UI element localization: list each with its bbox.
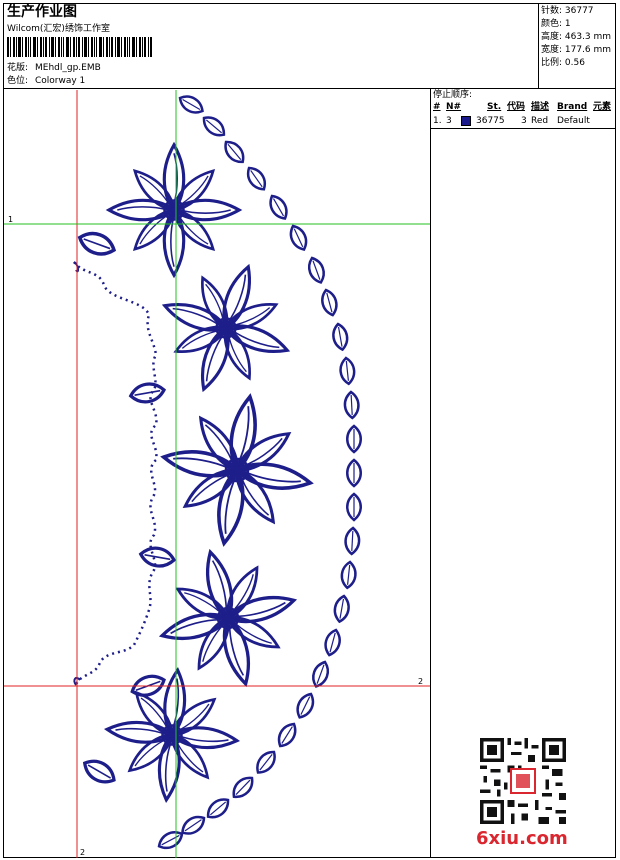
- colorway-value: Colorway 1: [35, 76, 86, 86]
- col-header-code: 代码: [507, 102, 526, 112]
- col-header-brand: Brand: [557, 102, 588, 112]
- row-index: 1.: [433, 116, 442, 126]
- design-file: MEhdl_gp.EMB: [35, 63, 101, 73]
- stats-divider: [538, 3, 539, 89]
- col-header-desc: 描述: [531, 102, 550, 112]
- col-header-stitches: St.: [487, 102, 502, 112]
- stop-sequence-title: 停止顺序:: [433, 90, 473, 100]
- row-stitches: 36775: [476, 116, 505, 126]
- page-title: 生产作业图: [7, 4, 77, 20]
- guide-label-2-bottom: 2: [80, 848, 85, 857]
- row-code: 3: [521, 116, 527, 126]
- guide-label-2-right: 2: [418, 677, 423, 686]
- flower-2: [143, 245, 310, 412]
- site-logo: 6xiu.com: [476, 828, 568, 849]
- qr-code: [480, 738, 566, 824]
- flower-3: [151, 384, 323, 556]
- header-divider: [3, 88, 616, 89]
- thread-color-swatch: [461, 116, 471, 126]
- thread-artwork: [73, 90, 362, 854]
- design-label: 花版:: [7, 63, 29, 73]
- flower-1: [109, 145, 239, 275]
- colorway-label: 色位:: [7, 76, 29, 86]
- design-width: 宽度: 177.6 mm: [541, 45, 612, 55]
- barcode: [7, 37, 152, 57]
- row-brand: Default: [557, 116, 590, 126]
- row-needle: 3: [446, 116, 452, 126]
- col-header-needle: N#: [446, 102, 462, 112]
- company-name: Wilcom(汇宏)绣饰工作室: [7, 24, 110, 34]
- col-header-index: #: [433, 102, 441, 112]
- design-scale: 比例: 0.56: [541, 58, 585, 68]
- guide-label-1: 1: [8, 215, 13, 224]
- scalloped-edge: [73, 261, 158, 686]
- sidebar-divider: [430, 88, 431, 858]
- embroidery-design: 1 2 2: [4, 90, 430, 858]
- color-count: 颜色: 1: [541, 19, 571, 29]
- sequence-divider: [430, 128, 616, 129]
- col-header-element: 元素: [593, 102, 612, 112]
- row-desc: Red: [531, 116, 549, 126]
- stitch-count: 针数: 36777: [541, 6, 594, 16]
- design-height: 高度: 463.3 mm: [541, 32, 612, 42]
